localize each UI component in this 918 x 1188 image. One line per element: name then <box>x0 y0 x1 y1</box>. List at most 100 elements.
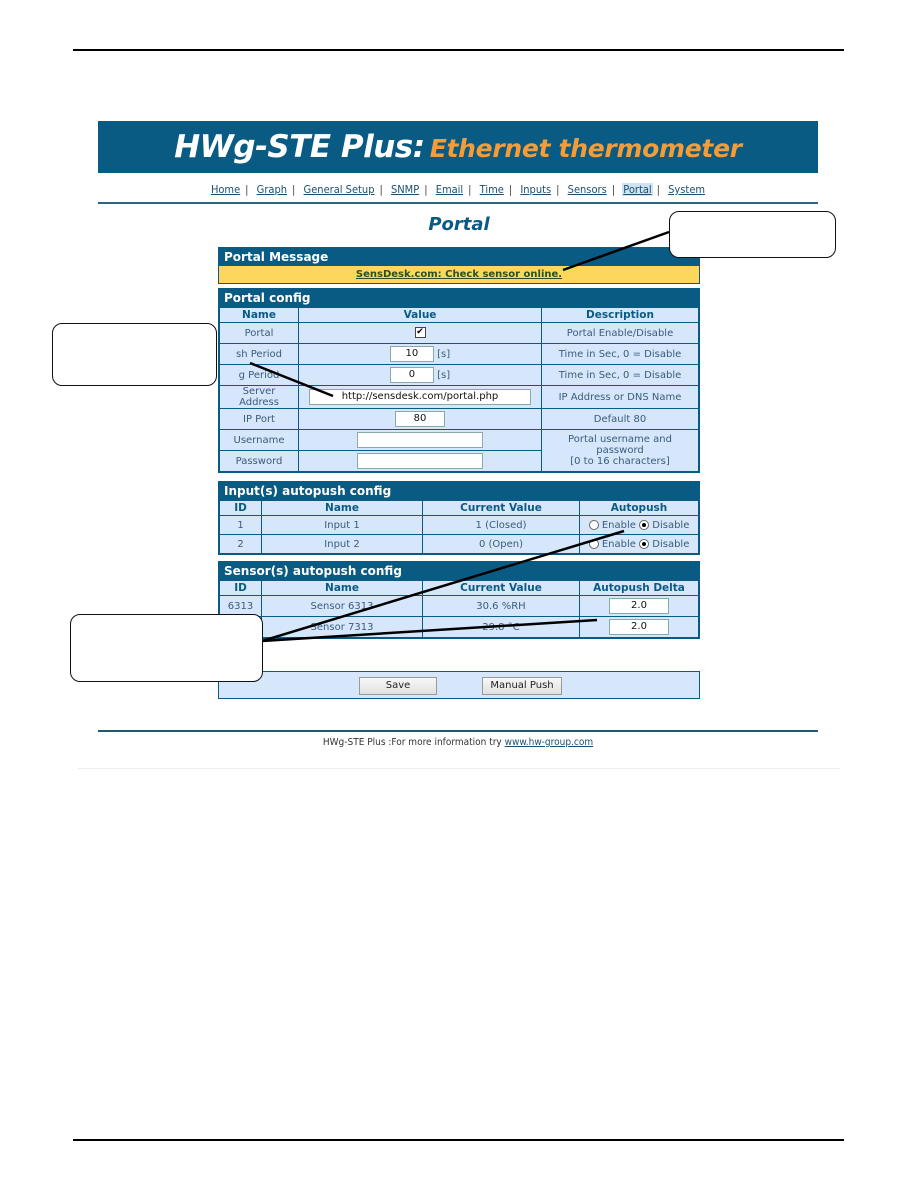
row-name: g Period <box>219 364 299 386</box>
portal-config-header: Portal config <box>219 289 699 307</box>
nav-separator: | <box>508 183 513 196</box>
push-period-input[interactable]: 10 <box>389 346 434 362</box>
column-header: Description <box>541 307 699 323</box>
nav-portal[interactable]: Portal <box>622 183 653 196</box>
table-row: Sensor 7313 29.8 °C 2.0 <box>219 616 699 638</box>
input-name: Input 1 <box>261 515 423 535</box>
nav-inputs[interactable]: Inputs <box>519 183 552 196</box>
actions-panel: Save Manual Push <box>218 671 700 699</box>
nav-email[interactable]: Email <box>435 183 464 196</box>
nav-general-setup[interactable]: General Setup <box>303 183 376 196</box>
row-name: Portal <box>219 322 299 344</box>
footer-text: HWg-STE Plus :For more information try <box>322 737 505 748</box>
nav-sensors[interactable]: Sensors <box>567 183 608 196</box>
callout-box <box>669 211 836 258</box>
sensors-autopush-header: Sensor(s) autopush config <box>219 562 699 580</box>
unit-label: [s] <box>437 370 451 381</box>
enable-radio[interactable] <box>588 519 599 530</box>
column-header: Autopush <box>579 500 699 516</box>
sensor-value: 30.6 %RH <box>422 595 580 617</box>
input-id: 1 <box>219 515 262 535</box>
nav-system[interactable]: System <box>667 183 706 196</box>
autopush-delta-input[interactable]: 2.0 <box>609 598 669 614</box>
input-id: 2 <box>219 534 262 554</box>
inputs-autopush-table: ID Name Current Value Autopush 1 Input 1… <box>219 500 699 554</box>
nav-separator: | <box>611 183 616 196</box>
column-header: Name <box>261 500 423 516</box>
autopush-delta-input[interactable]: 2.0 <box>609 619 669 635</box>
table-row: 2 Input 2 0 (Open) Enable Disable <box>219 534 699 554</box>
inputs-autopush-panel: Input(s) autopush config ID Name Current… <box>218 481 700 555</box>
nav-home[interactable]: Home <box>210 183 241 196</box>
sensor-name: Sensor 6313 <box>261 595 423 617</box>
nav-graph[interactable]: Graph <box>256 183 288 196</box>
sensor-name: Sensor 7313 <box>261 616 423 638</box>
sensor-value: 29.8 °C <box>422 616 580 638</box>
credentials-desc-line: Portal username and password <box>568 434 672 456</box>
portal-message-link[interactable]: SensDesk.com: Check sensor online. <box>356 269 562 280</box>
main-nav: Home | Graph | General Setup | SNMP | Email |… <box>98 183 818 196</box>
unit-label: [s] <box>437 349 451 360</box>
nav-separator: | <box>379 183 383 196</box>
table-row: sh Period 10 [s] Time in Sec, 0 = Disabl… <box>219 343 699 365</box>
nav-separator: | <box>245 183 249 196</box>
enable-radio[interactable] <box>588 538 599 549</box>
page-top-rule <box>73 49 844 51</box>
ip-port-input[interactable]: 80 <box>395 411 445 427</box>
app-banner: HWg-STE Plus: Ethernet thermometer <box>98 121 818 173</box>
nav-separator: | <box>556 183 560 196</box>
portal-message-header: Portal Message <box>219 248 699 266</box>
row-description: Portal Enable/Disable <box>541 322 699 344</box>
password-input[interactable] <box>357 453 483 469</box>
row-description: Time in Sec, 0 = Disable <box>541 343 699 365</box>
manual-push-button[interactable]: Manual Push <box>482 677 562 695</box>
nav-time[interactable]: Time <box>479 183 505 196</box>
row-name: Server Address <box>219 385 299 409</box>
portal-enable-checkbox[interactable]: ✔ <box>414 327 426 339</box>
nav-separator: | <box>656 183 660 196</box>
row-name: Password <box>219 450 299 472</box>
radio-label: Disable <box>652 519 690 531</box>
callout-box <box>70 614 263 682</box>
row-name: sh Period <box>219 343 299 365</box>
disable-radio[interactable] <box>639 538 650 549</box>
nav-divider <box>98 202 818 204</box>
footer-divider <box>98 730 818 732</box>
column-header: ID <box>219 500 262 516</box>
save-button[interactable]: Save <box>359 677 437 695</box>
radio-label: Enable <box>601 538 636 550</box>
column-header: Current Value <box>422 500 580 516</box>
table-row: g Period 0 [s] Time in Sec, 0 = Disable <box>219 364 699 386</box>
sensors-autopush-table: ID Name Current Value Autopush Delta 631… <box>219 580 699 638</box>
product-subtitle: Ethernet thermometer <box>429 134 742 163</box>
column-header: Value <box>298 307 542 323</box>
callout-box <box>52 323 217 386</box>
log-period-input[interactable]: 0 <box>389 367 434 383</box>
inputs-autopush-header: Input(s) autopush config <box>219 482 699 500</box>
server-address-input[interactable]: http://sensdesk.com/portal.php <box>309 389 531 405</box>
row-name: Username <box>219 429 299 451</box>
radio-label: Enable <box>601 519 636 531</box>
footer: HWg-STE Plus :For more information try w… <box>98 737 818 748</box>
column-header: Autopush Delta <box>579 580 699 596</box>
username-input[interactable] <box>357 432 483 448</box>
input-value: 0 (Open) <box>422 534 580 554</box>
nav-separator: | <box>424 183 428 196</box>
input-name: Input 2 <box>261 534 423 554</box>
disable-radio[interactable] <box>639 519 650 530</box>
nav-separator: | <box>292 183 296 196</box>
column-header: Current Value <box>422 580 580 596</box>
sensors-autopush-panel: Sensor(s) autopush config ID Name Curren… <box>218 561 700 639</box>
nav-snmp[interactable]: SNMP <box>390 183 420 196</box>
column-header: Name <box>219 307 299 323</box>
portal-config-table: Name Value Description Portal ✔ Portal E… <box>219 307 699 472</box>
table-row: 1 Input 1 1 (Closed) Enable Disable <box>219 515 699 535</box>
footer-link[interactable]: www.hw-group.com <box>505 737 594 748</box>
table-row: IP Port 80 Default 80 <box>219 408 699 430</box>
product-name: HWg-STE Plus: <box>174 129 425 165</box>
nav-separator: | <box>468 183 472 196</box>
radio-label: Disable <box>652 538 690 550</box>
portal-message-bar: SensDesk.com: Check sensor online. <box>219 266 699 283</box>
table-row: Portal ✔ Portal Enable/Disable <box>219 322 699 344</box>
faint-divider <box>78 768 840 769</box>
